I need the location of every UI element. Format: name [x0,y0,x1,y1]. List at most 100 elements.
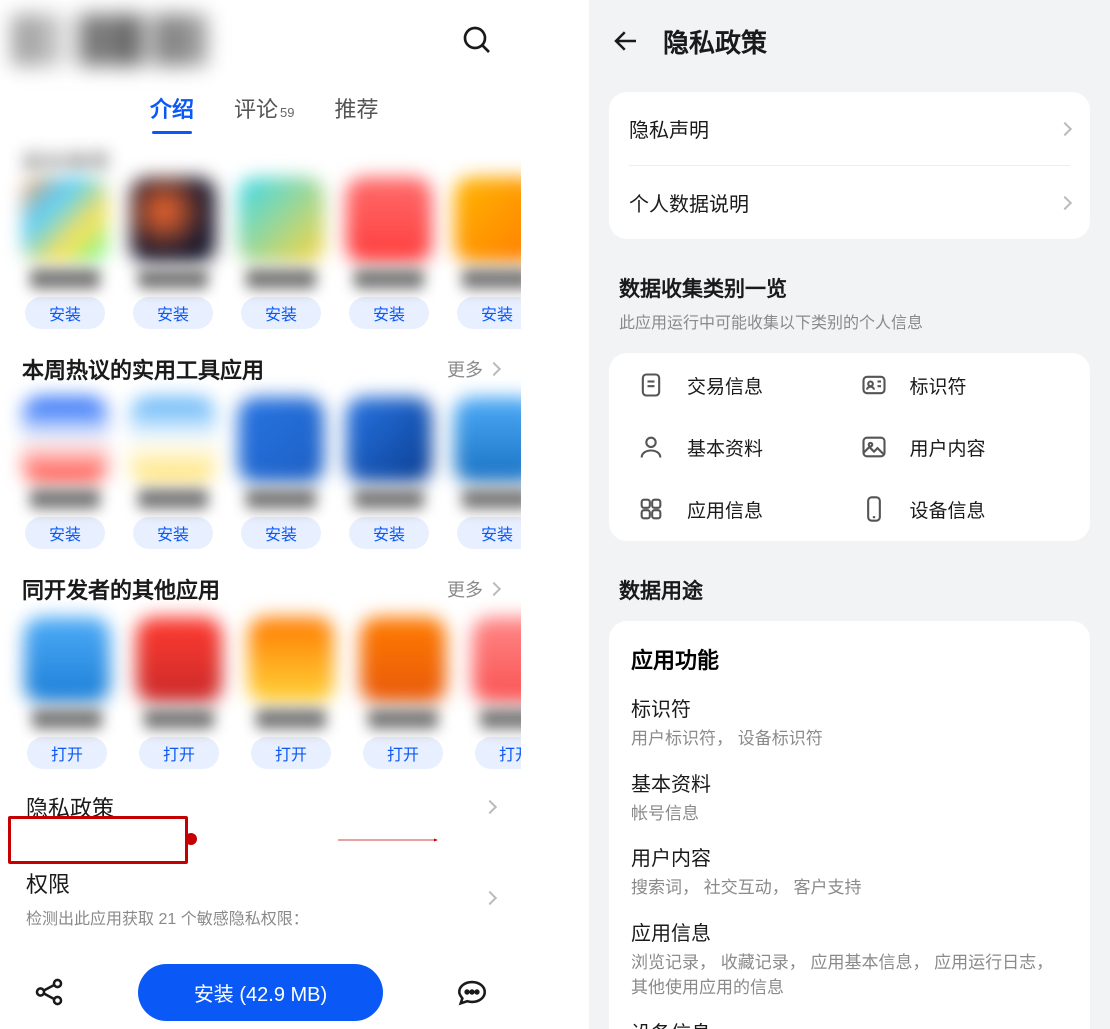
app-tile[interactable]: 安装 [238,397,324,549]
data-collect-title: 数据收集类别一览 [589,249,1110,309]
tab-recommend-label: 推荐 [335,97,379,122]
apps-row: 安装 安装 安装 安装 安装 [0,397,521,549]
category-transaction: 交易信息 [637,371,840,399]
open-button[interactable]: 打开 [27,737,107,769]
usage-device-partial: 设备信息 [631,1017,1068,1029]
tab-comments-label: 评论 [234,97,278,122]
privacy-title: 隐私政策 [663,23,767,60]
app-tile[interactable]: 安装 [22,177,108,329]
section-heading-weekly: 本周热议的实用工具应用 更多 [0,329,521,397]
category-label: 用户内容 [910,434,986,461]
tab-intro[interactable]: 介绍 [150,92,194,124]
app-tile[interactable]: 安装 [130,177,216,329]
category-device-info: 设备信息 [860,495,1063,523]
grid-icon [637,495,665,523]
install-button[interactable]: 安装 [457,517,521,549]
usage-label: 基本资料 [631,768,1068,797]
open-button[interactable]: 打开 [363,737,443,769]
app-icon [22,177,108,263]
install-button[interactable]: 安装 [25,297,105,329]
app-icon [238,177,324,263]
tab-intro-label: 介绍 [150,97,194,122]
app-tile[interactable]: 安装 [454,177,521,329]
usage-title: 应用功能 [631,643,1068,675]
tabs: 介绍 评论59 推荐 [0,80,521,135]
app-label-blurred [368,709,438,729]
install-button[interactable]: 安装 [349,517,429,549]
tab-comments[interactable]: 评论59 [234,92,294,124]
privacy-declaration-row[interactable]: 隐私声明 [609,92,1090,165]
privacy-declaration-label: 隐私声明 [629,114,709,143]
app-tile[interactable]: 安装 [238,177,324,329]
apps-row: 打开 打开 打开 打开 打开 [0,617,521,769]
document-icon [637,371,665,399]
install-main-button[interactable]: 安装 (42.9 MB) [138,964,383,1021]
annotation-arrow [188,838,588,842]
app-icon [24,617,110,703]
usage-content: 用户内容 搜索词， 社交互动， 客户支持 [631,842,1068,901]
back-arrow-icon[interactable] [611,26,641,56]
app-tile[interactable]: 安装 [130,397,216,549]
person-icon [637,433,665,461]
permissions-sublabel: 检测出此应用获取 21 个敏感隐私权限： [26,905,309,929]
chevron-right-icon [483,891,497,905]
app-icon [248,617,334,703]
usage-label: 设备信息 [631,1017,1068,1029]
app-label-blurred [354,489,424,509]
app-label-blurred [246,489,316,509]
usage-label: 用户内容 [631,842,1068,871]
app-tile[interactable]: 打开 [22,617,112,769]
personal-data-row[interactable]: 个人数据说明 [609,166,1090,239]
install-button[interactable]: 安装 [133,517,213,549]
category-label: 交易信息 [687,372,763,399]
install-button[interactable]: 安装 [241,517,321,549]
install-button[interactable]: 安装 [133,297,213,329]
app-tile[interactable]: 打开 [246,617,336,769]
app-detail-screen: 介绍 评论59 推荐 相关推荐 安装 安装 安装 安装 安装 本周热议的实用工具… [0,0,521,1029]
app-tile[interactable]: 安装 [22,397,108,549]
install-button[interactable]: 安装 [349,297,429,329]
more-link[interactable]: 更多 [447,576,499,602]
id-card-icon [860,371,888,399]
app-label-blurred [32,709,102,729]
app-tile[interactable]: 打开 [358,617,448,769]
chevron-right-icon [1058,121,1072,135]
app-tile[interactable]: 安装 [454,397,521,549]
tab-comments-count: 59 [280,105,294,120]
app-label-blurred [462,269,521,289]
comment-icon[interactable] [455,975,489,1009]
share-icon[interactable] [32,975,66,1009]
open-button[interactable]: 打开 [139,737,219,769]
permissions-label: 权限 [26,867,309,899]
section-weekly-label: 本周热议的实用工具应用 [22,353,264,385]
app-icon [454,177,521,263]
privacy-policy-screen: 隐私政策 隐私声明 个人数据说明 数据收集类别一览 此应用运行中可能收集以下类别… [589,0,1110,1029]
section-heading-developer: 同开发者的其他应用 更多 [0,549,521,617]
app-tile[interactable]: 安装 [346,177,432,329]
app-icon [346,177,432,263]
chevron-right-icon [1058,195,1072,209]
category-basic: 基本资料 [637,433,840,461]
install-button[interactable]: 安装 [457,297,521,329]
more-link[interactable]: 更多 [447,356,499,382]
install-button[interactable]: 安装 [241,297,321,329]
search-icon[interactable] [461,24,493,56]
category-user-content: 用户内容 [860,433,1063,461]
app-label-blurred [138,269,208,289]
install-button[interactable]: 安装 [25,517,105,549]
more-label: 更多 [447,356,483,382]
tab-recommend[interactable]: 推荐 [335,92,379,124]
usage-values: 用户标识符， 设备标识符 [631,726,1068,752]
usage-basic: 基本资料 帐号信息 [631,768,1068,827]
personal-data-label: 个人数据说明 [629,188,749,217]
more-label: 更多 [447,576,483,602]
open-button[interactable]: 打开 [475,737,521,769]
app-tile[interactable]: 打开 [470,617,521,769]
usage-identifier: 标识符 用户标识符， 设备标识符 [631,693,1068,752]
app-tile[interactable]: 打开 [134,617,224,769]
category-identifier: 标识符 [860,371,1063,399]
open-button[interactable]: 打开 [251,737,331,769]
category-label: 应用信息 [687,496,763,523]
app-tile[interactable]: 安装 [346,397,432,549]
apps-row: 安装 安装 安装 安装 安装 [0,177,521,329]
